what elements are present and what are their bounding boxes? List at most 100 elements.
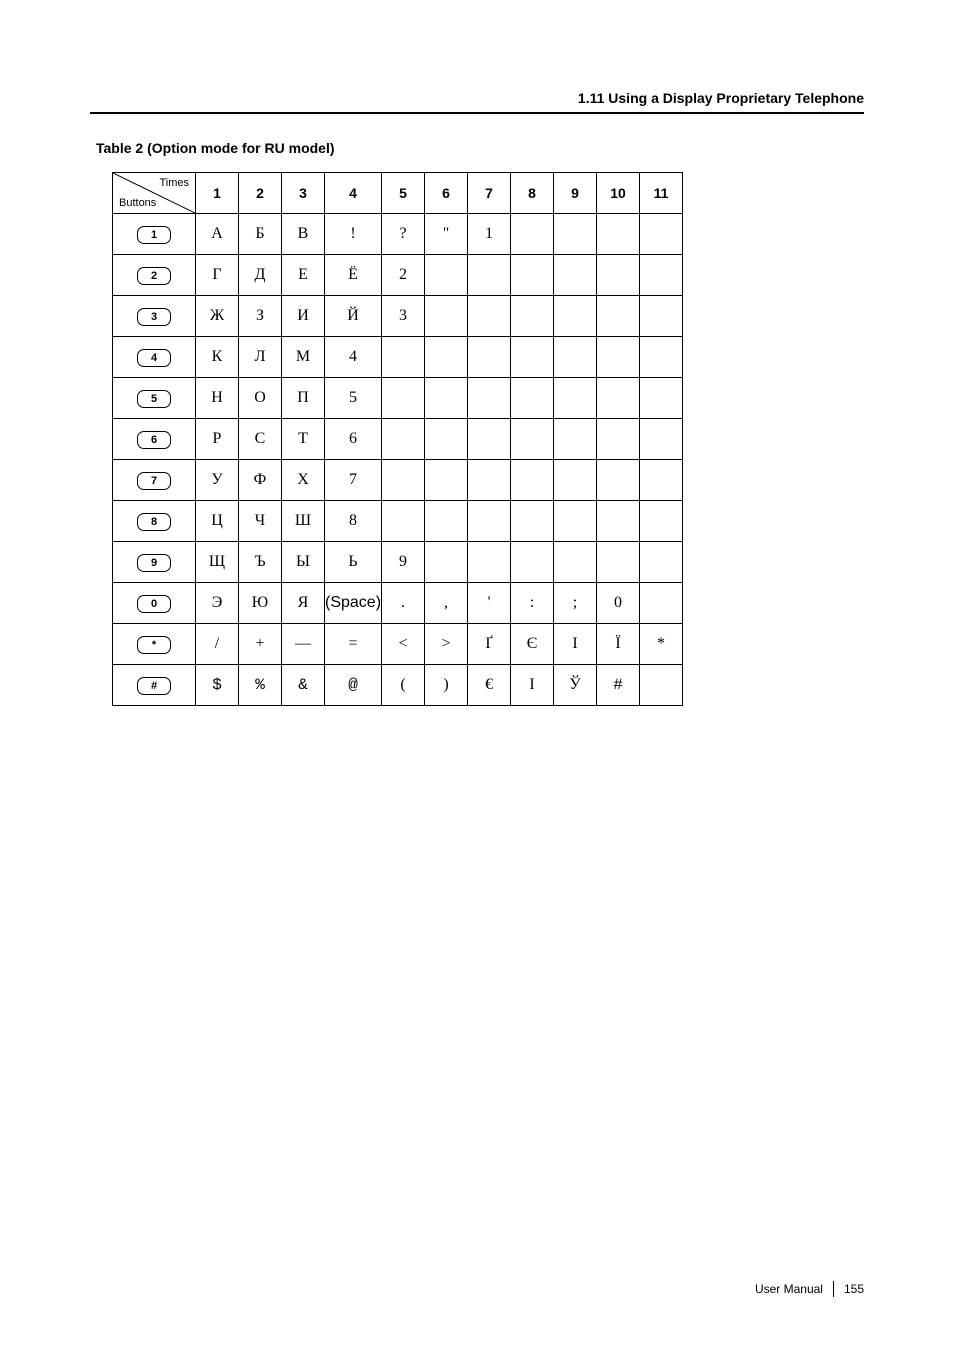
cell <box>511 460 554 501</box>
cell: Л <box>239 337 282 378</box>
cell: * <box>640 624 683 665</box>
col-header: 10 <box>597 173 640 214</box>
cell <box>640 419 683 460</box>
cell: Ш <box>282 501 325 542</box>
cell: Ы <box>282 542 325 583</box>
cell: Ъ <box>239 542 282 583</box>
footer-page-number: 155 <box>844 1282 864 1296</box>
table-body: 1 А Б В ! ? " 1 2 Г Д Е <box>113 214 683 706</box>
col-header: 7 <box>468 173 511 214</box>
option-mode-table: Times Buttons 1 2 3 4 5 6 7 8 9 10 11 <box>112 172 683 706</box>
cell <box>511 255 554 296</box>
col-header: 6 <box>425 173 468 214</box>
cell <box>597 378 640 419</box>
cell <box>597 214 640 255</box>
cell: Ч <box>239 501 282 542</box>
cell: ; <box>554 583 597 624</box>
table-row: 4 К Л М 4 <box>113 337 683 378</box>
cell: 6 <box>325 419 382 460</box>
key-icon: * <box>137 636 171 654</box>
cell <box>468 460 511 501</box>
cell: (Space) <box>325 583 382 624</box>
footer-separator-icon <box>833 1281 834 1297</box>
key-icon: 1 <box>137 226 171 244</box>
cell <box>425 296 468 337</box>
row-button-cell: 3 <box>113 296 196 337</box>
table-row: 9 Щ Ъ Ы Ь 9 <box>113 542 683 583</box>
table-row: 2 Г Д Е Ё 2 <box>113 255 683 296</box>
cell: К <box>196 337 239 378</box>
cell: Э <box>196 583 239 624</box>
cell <box>468 378 511 419</box>
cell: Я <box>282 583 325 624</box>
cell: И <box>282 296 325 337</box>
cell: Н <box>196 378 239 419</box>
cell: 9 <box>382 542 425 583</box>
col-header: 1 <box>196 173 239 214</box>
cell: 2 <box>382 255 425 296</box>
cell: / <box>196 624 239 665</box>
cell <box>597 460 640 501</box>
cell <box>425 460 468 501</box>
cell: Ь <box>325 542 382 583</box>
cell: € <box>468 665 511 706</box>
key-icon: 8 <box>137 513 171 531</box>
cell <box>468 296 511 337</box>
row-button-cell: # <box>113 665 196 706</box>
cell <box>382 378 425 419</box>
cell: ) <box>425 665 468 706</box>
cell: 4 <box>325 337 382 378</box>
cell: З <box>239 296 282 337</box>
cell: 5 <box>325 378 382 419</box>
col-header: 2 <box>239 173 282 214</box>
row-button-cell: 4 <box>113 337 196 378</box>
cell <box>554 419 597 460</box>
cell <box>597 296 640 337</box>
cell: Ж <box>196 296 239 337</box>
table-row: 8 Ц Ч Ш 8 <box>113 501 683 542</box>
cell: ( <box>382 665 425 706</box>
cell: Б <box>239 214 282 255</box>
cell <box>468 419 511 460</box>
cell <box>640 255 683 296</box>
cell: П <box>282 378 325 419</box>
cell <box>425 542 468 583</box>
cell: 7 <box>325 460 382 501</box>
cell <box>425 378 468 419</box>
row-button-cell: 7 <box>113 460 196 501</box>
cell: Х <box>282 460 325 501</box>
cell: > <box>425 624 468 665</box>
cell <box>511 214 554 255</box>
key-icon: 7 <box>137 472 171 490</box>
row-button-cell: 6 <box>113 419 196 460</box>
cell: < <box>382 624 425 665</box>
row-button-cell: 5 <box>113 378 196 419</box>
cell <box>597 337 640 378</box>
section-header: 1.11 Using a Display Proprietary Telepho… <box>90 90 864 106</box>
cell <box>640 460 683 501</box>
cell <box>425 501 468 542</box>
table-row: 0 Э Ю Я (Space) . , ' : ; 0 <box>113 583 683 624</box>
cell <box>554 337 597 378</box>
col-header: 4 <box>325 173 382 214</box>
row-button-cell: 9 <box>113 542 196 583</box>
col-header: 9 <box>554 173 597 214</box>
cell <box>640 214 683 255</box>
table-title: Table 2 (Option mode for RU model) <box>96 140 864 156</box>
cell: 1 <box>468 214 511 255</box>
cell: М <box>282 337 325 378</box>
cell: Ц <box>196 501 239 542</box>
key-icon: # <box>137 677 171 695</box>
cell: . <box>382 583 425 624</box>
cell <box>640 665 683 706</box>
cell <box>468 542 511 583</box>
cell: + <box>239 624 282 665</box>
cell <box>382 460 425 501</box>
cell: , <box>425 583 468 624</box>
cell <box>597 542 640 583</box>
cell: Р <box>196 419 239 460</box>
cell <box>640 296 683 337</box>
cell <box>511 337 554 378</box>
cell <box>640 337 683 378</box>
cell <box>597 419 640 460</box>
